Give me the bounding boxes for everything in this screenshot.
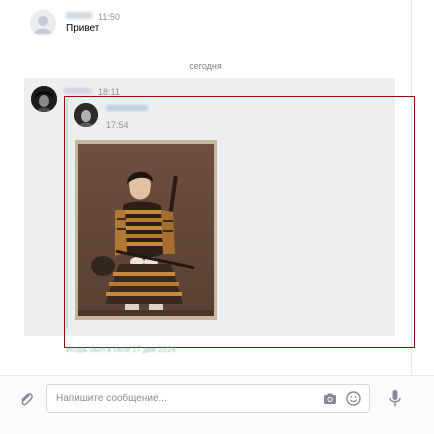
forward-stripe: [66, 99, 68, 329]
microphone-icon[interactable]: [388, 389, 402, 408]
camera-icon[interactable]: [323, 392, 337, 406]
date-separator: сегодня: [189, 61, 222, 71]
sender-name-blurred: [64, 88, 92, 94]
last-seen-status: Игорь был в сети 17 дек 2014: [66, 345, 176, 354]
message-text: Привет: [66, 23, 100, 34]
sender-name-blurred: [66, 12, 92, 19]
paperclip-icon[interactable]: [18, 390, 34, 408]
forwarded-sender-name-blurred[interactable]: [106, 105, 148, 111]
avatar[interactable]: [31, 86, 57, 112]
message-input[interactable]: [47, 385, 306, 412]
message-time: 11:50: [98, 12, 120, 22]
message-input-field[interactable]: [46, 384, 370, 413]
forwarded-time: 17:54: [106, 120, 129, 130]
avatar[interactable]: [74, 103, 98, 127]
samurai-photo[interactable]: [75, 140, 217, 320]
smile-icon[interactable]: [346, 391, 361, 406]
avatar[interactable]: [30, 10, 56, 36]
message-item[interactable]: 11:50 Привет: [0, 0, 410, 44]
